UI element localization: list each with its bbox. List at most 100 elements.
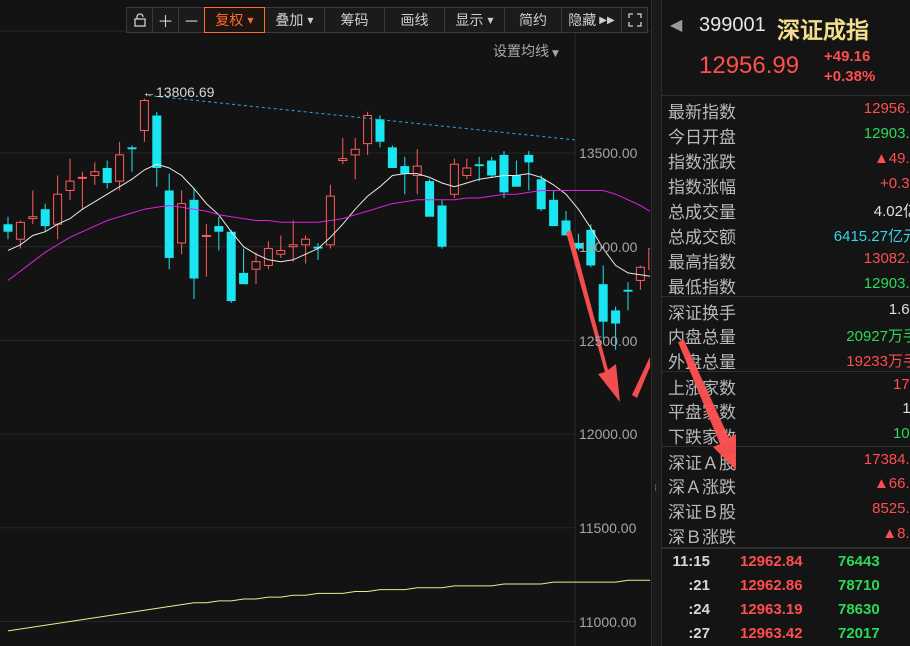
tick-vol: 78630 [838, 601, 880, 618]
tick-time: :27 [688, 625, 710, 642]
candle-body [437, 205, 447, 247]
candle-body [301, 238, 311, 246]
stat-label: 最低指数 [668, 278, 736, 298]
hide-button[interactable]: 隐藏 ▶▶ [561, 7, 622, 33]
candle [263, 241, 273, 270]
stat-label: 内盘总量 [668, 328, 736, 348]
candles [3, 98, 650, 350]
back-arrow-icon[interactable]: ◀ [670, 15, 682, 34]
candle-body [363, 115, 373, 145]
stat-row: 外盘总量 19233万手 [662, 346, 910, 373]
simple-button[interactable]: 简约 [504, 7, 562, 33]
tick-list: 11:15 12962.84 76443:21 12962.86 78710:24 129… [662, 547, 910, 645]
candle [623, 282, 633, 311]
panel-splitter[interactable]: ⁞ [651, 0, 662, 646]
caret-down-icon: ▼ [552, 49, 559, 59]
stat-label: 指数涨幅 [668, 178, 736, 198]
stat-value: 1.67 [888, 301, 910, 318]
ma-settings-label: 设置均线 [493, 44, 549, 60]
candle-body [338, 158, 348, 161]
lock-icon[interactable] [126, 7, 153, 33]
candle [139, 98, 149, 142]
candle [301, 235, 311, 264]
candle [189, 188, 199, 300]
candle-body [28, 216, 38, 220]
candle-body [15, 221, 25, 240]
stat-value: 13082.7 [863, 250, 910, 267]
candle-body [474, 164, 484, 167]
fuquan-button[interactable]: 复权 ▼ [204, 7, 265, 33]
candle-body [65, 180, 75, 191]
tick-price: 12962.84 [740, 553, 803, 570]
stat-value: 8525.4 [872, 500, 910, 517]
chart-toolbar: ＋ － 复权 ▼ 叠加 ▼ 筹码 画线 显示 ▼ 简约 隐藏 ▶▶ [126, 7, 648, 33]
kline-chart[interactable] [0, 0, 650, 646]
caret-down-icon: ▼ [487, 15, 494, 25]
index-code: 399001 [699, 14, 766, 36]
stat-value: 17384.8 [863, 451, 910, 468]
candle [437, 199, 447, 249]
candle [239, 248, 249, 285]
stat-label: 总成交量 [668, 203, 736, 223]
candle-body [276, 249, 286, 255]
draw-line-button[interactable]: 画线 [384, 7, 445, 33]
overlay-button[interactable]: 叠加 ▼ [264, 7, 325, 33]
stat-label: 平盘家数 [668, 403, 736, 423]
stat-row: 内盘总量 20927万手 [662, 321, 910, 348]
chart-grid [0, 30, 650, 646]
y-tick-label: 12500.00 [579, 333, 638, 349]
simple-label: 简约 [519, 13, 547, 29]
stat-label: 深Ｂ涨跌 [668, 528, 736, 548]
candle-body [189, 199, 199, 279]
stat-row: 下跌家数 100 [662, 421, 910, 448]
candle [65, 158, 75, 200]
stat-row: 深Ｂ涨跌 ▲8.4 [662, 521, 910, 548]
stat-row: 最低指数 12903.9 [662, 271, 910, 298]
stat-label: 最新指数 [668, 103, 736, 123]
candle [474, 156, 484, 182]
quote-header: ◀ 399001 深证成指 12956.99 +49.16 +0.38% [662, 0, 910, 96]
candle-body [77, 176, 87, 179]
tick-row: :24 12963.19 78630 [662, 597, 910, 621]
candle-body [549, 199, 559, 227]
candle-body [226, 231, 236, 302]
candle [226, 229, 236, 303]
candle [511, 160, 521, 187]
candle [648, 248, 650, 270]
stat-row: 总成交量 4.02亿 [662, 196, 910, 223]
stat-label: 最高指数 [668, 253, 736, 273]
tick-price: 12962.86 [740, 577, 803, 594]
candle-body [623, 289, 633, 292]
chips-button[interactable]: 筹码 [324, 7, 385, 33]
zoom-in-icon[interactable]: ＋ [152, 7, 179, 33]
stat-row: 深证换手1.67 [662, 296, 910, 324]
candle-body [462, 167, 472, 176]
fuquan-label: 复权 [215, 13, 244, 29]
candle-body [251, 261, 261, 270]
fullscreen-icon[interactable] [621, 7, 648, 33]
candle [549, 190, 559, 227]
y-tick-label: 13500.00 [579, 145, 638, 161]
chips-label: 筹码 [340, 13, 369, 29]
candle [53, 175, 63, 240]
tick-time: :21 [688, 577, 710, 594]
ma-settings-button[interactable]: 设置均线 ▼ [493, 41, 559, 61]
candle-body [239, 272, 249, 285]
candle [338, 138, 348, 165]
tick-price: 12963.19 [740, 601, 803, 618]
caret-down-icon: ▼ [247, 15, 254, 25]
kline-chart-area[interactable]: ＋ － 复权 ▼ 叠加 ▼ 筹码 画线 显示 ▼ 简约 隐藏 ▶▶ 设置均线 ▼ ←138… [0, 0, 650, 646]
index-change-pct: +0.38% [824, 68, 876, 85]
stat-row: 最新指数 12956.9 [662, 96, 910, 123]
candle [77, 171, 87, 210]
candle [102, 160, 112, 189]
candle [164, 173, 174, 270]
display-button[interactable]: 显示 ▼ [444, 7, 505, 33]
stat-value: 100 [892, 425, 910, 442]
tick-time: 11:15 [672, 553, 710, 570]
y-tick-label: 12000.00 [579, 426, 638, 442]
candle-body [511, 175, 521, 187]
tick-time: :24 [688, 601, 710, 618]
zoom-out-icon[interactable]: － [178, 7, 205, 33]
stat-label: 总成交额 [668, 228, 736, 248]
